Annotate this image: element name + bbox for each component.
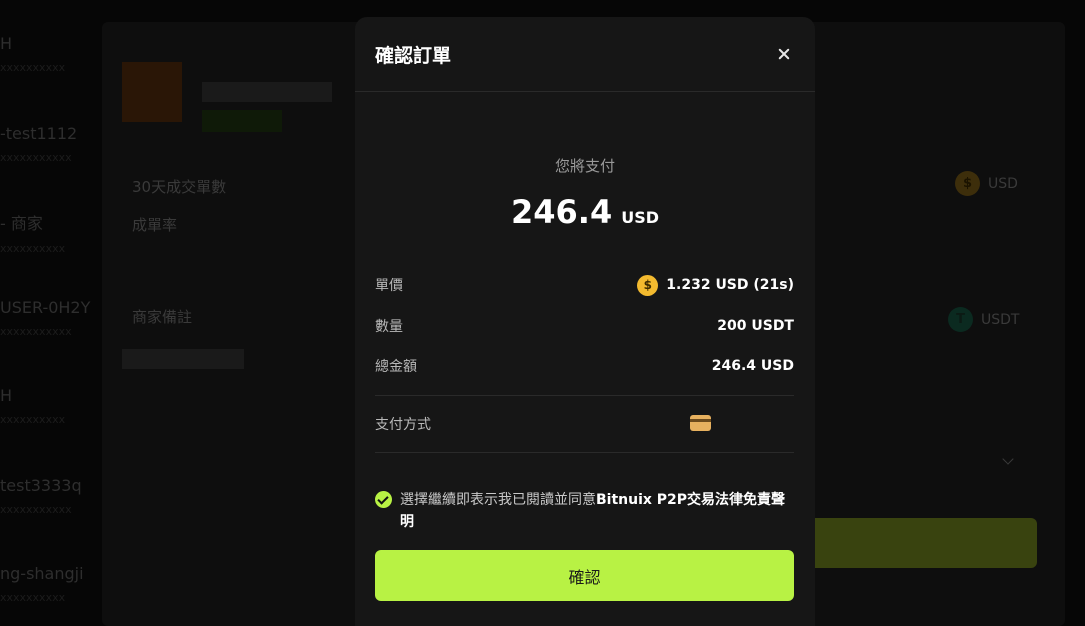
- total-value: 246.4 USD: [711, 358, 794, 374]
- total-label: 總金額: [375, 359, 417, 375]
- merchant-list-item[interactable]: ng-shangji xxxxxxxxxx: [0, 564, 110, 604]
- merchant-name: test3333q: [0, 476, 82, 495]
- merchant-name: H: [0, 386, 13, 405]
- unit-price-label: 單價: [375, 278, 403, 294]
- merchant-sub: xxxxxxxxxxx: [0, 325, 72, 338]
- merchant-list-item[interactable]: - 商家 xxxxxxxxxx: [0, 210, 110, 255]
- merchant-sub: xxxxxxxxxx: [0, 61, 66, 74]
- dialog-header: 確認訂單: [355, 17, 815, 92]
- dollar-coin-icon: $: [955, 171, 980, 196]
- confirm-button[interactable]: 確認: [375, 550, 794, 601]
- quantity-value: 200 USDT: [717, 318, 794, 334]
- check-circle-icon[interactable]: [375, 491, 392, 508]
- merchant-name: ng-shangji: [0, 564, 84, 583]
- p2p-order-page: H xxxxxxxxxx -test1112 xxxxxxxxxxx - 商家 …: [0, 0, 1085, 626]
- payment-method-row: 支付方式: [375, 412, 794, 436]
- merchant-sub: xxxxxxxxxxx: [0, 503, 72, 516]
- pay-amount: 246.4: [510, 193, 613, 231]
- confirm-order-dialog: 確認訂單 您將支付 246.4 USD 單價 $ 1.232 USD (21s)…: [355, 17, 815, 626]
- divider: [375, 395, 794, 396]
- merchant-name: USER-0H2Y: [0, 298, 91, 317]
- agreement-text: 選擇繼續即表示我已閱讀並同意: [400, 492, 596, 508]
- merchant-note-redacted: [122, 349, 244, 369]
- merchant-list: H xxxxxxxxxx -test1112 xxxxxxxxxxx - 商家 …: [0, 0, 102, 626]
- fiat-currency-label: USD: [988, 175, 1018, 192]
- fiat-currency-chip: $ USD: [955, 171, 1018, 196]
- crypto-currency-chip: T USDT: [948, 307, 1019, 332]
- crypto-currency-label: USDT: [981, 311, 1020, 328]
- merchant-sub: xxxxxxxxxx: [0, 242, 66, 255]
- close-icon[interactable]: [773, 43, 795, 65]
- merchant-name-redacted: [202, 82, 332, 102]
- merchant-list-item[interactable]: -test1112 xxxxxxxxxxx: [0, 124, 110, 164]
- unit-price-row: 單價 $ 1.232 USD (21s): [375, 273, 794, 297]
- merchant-name: H: [0, 34, 13, 53]
- buy-button[interactable]: [790, 518, 1037, 568]
- unit-price-value: 1.232 USD (21s): [666, 277, 794, 293]
- pay-currency: USD: [621, 208, 659, 227]
- pay-caption: 您將支付: [554, 157, 615, 175]
- divider: [375, 452, 794, 453]
- completion-rate-label: 成單率: [132, 216, 178, 234]
- agreement-text-wrap: 選擇繼續即表示我已閱讀並同意Bitnuix P2P交易法律免責聲明: [400, 489, 795, 533]
- merchant-name: - 商家: [0, 214, 43, 233]
- merchant-sub: xxxxxxxxxxx: [0, 151, 72, 164]
- merchant-list-item[interactable]: test3333q xxxxxxxxxxx: [0, 476, 110, 516]
- dollar-coin-icon: $: [637, 274, 659, 296]
- merchant-avatar: [122, 62, 182, 122]
- merchant-list-item[interactable]: H xxxxxxxxxx: [0, 386, 110, 426]
- dialog-title: 確認訂單: [375, 44, 452, 67]
- orders-30d-label: 30天成交單數: [132, 178, 227, 196]
- quantity-label: 數量: [375, 319, 403, 335]
- merchant-name: -test1112: [0, 124, 78, 143]
- merchant-list-item[interactable]: USER-0H2Y xxxxxxxxxxx: [0, 298, 110, 338]
- agreement: 選擇繼續即表示我已閱讀並同意Bitnuix P2P交易法律免責聲明: [375, 489, 795, 533]
- credit-card-icon[interactable]: [690, 415, 711, 431]
- merchant-note-label: 商家備註: [132, 308, 193, 326]
- merchant-list-item[interactable]: H xxxxxxxxxx: [0, 34, 110, 74]
- tether-coin-icon: T: [948, 307, 973, 332]
- merchant-sub: xxxxxxxxxx: [0, 413, 66, 426]
- payment-method-label: 支付方式: [375, 417, 431, 433]
- merchant-badge: [202, 110, 282, 132]
- pay-amount-row: 246.4 USD: [355, 193, 815, 231]
- merchant-sub: xxxxxxxxxx: [0, 591, 66, 604]
- quantity-row: 數量 200 USDT: [375, 314, 794, 338]
- total-row: 總金額 246.4 USD: [375, 354, 794, 378]
- unit-price-value-group: $ 1.232 USD (21s): [637, 274, 794, 296]
